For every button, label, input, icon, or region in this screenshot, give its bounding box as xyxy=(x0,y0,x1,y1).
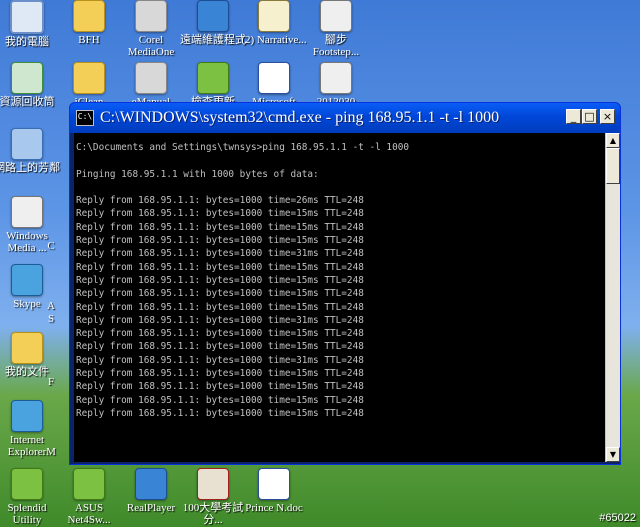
console-line: Reply from 168.95.1.1: bytes=1000 time=1… xyxy=(76,368,364,380)
console-line: Reply from 168.95.1.1: bytes=1000 time=1… xyxy=(76,301,364,313)
console-line: Reply from 168.95.1.1: bytes=1000 time=3… xyxy=(76,314,364,326)
vertical-scrollbar[interactable]: ▲ ▼ xyxy=(605,133,620,462)
partial-label: F xyxy=(47,376,55,388)
icon-label: 遠端維護程式 xyxy=(180,34,246,46)
image-badge: #65022 xyxy=(599,512,636,524)
remote-icon xyxy=(197,0,229,32)
desktop-icon-narrative[interactable]: (2) Narrative... xyxy=(241,0,307,46)
splendid-icon xyxy=(11,468,43,500)
icon-label: RealPlayer xyxy=(126,502,176,514)
word-icon xyxy=(258,62,290,94)
console-line: Reply from 168.95.1.1: bytes=1000 time=1… xyxy=(76,274,364,286)
console-output[interactable]: C:\Documents and Settings\twnsys>ping 16… xyxy=(74,133,605,462)
desktop-icon-my-documents[interactable]: 我的文件 xyxy=(0,332,60,378)
console-line: Reply from 168.95.1.1: bytes=1000 time=1… xyxy=(76,261,364,273)
console-line: C:\Documents and Settings\twnsys>ping 16… xyxy=(76,142,410,153)
console-line: Reply from 168.95.1.1: bytes=1000 time=1… xyxy=(76,341,364,353)
icon-label: ASUS Net4Sw... xyxy=(67,502,111,526)
document-icon xyxy=(197,468,229,500)
desktop-icon-network[interactable]: 網路上的芳鄰 xyxy=(0,128,60,174)
icon-label: Prince N.doc xyxy=(245,502,303,514)
partial-label: C xyxy=(47,240,55,252)
icon-label: 100大學考試分... xyxy=(182,502,244,526)
realplayer-icon xyxy=(135,468,167,500)
desktop-icon-recycle-bin[interactable]: 資源回收筒 xyxy=(0,62,60,108)
ie-icon xyxy=(11,400,43,432)
folder-icon xyxy=(73,0,105,32)
title-bar[interactable]: C:\ C:\WINDOWS\system32\cmd.exe - ping 1… xyxy=(70,103,620,133)
desktop-icon-prince[interactable]: Prince N.doc xyxy=(241,468,307,514)
icon-label: Corel MediaOne xyxy=(127,34,175,58)
console-line: Reply from 168.95.1.1: bytes=1000 time=1… xyxy=(76,288,364,300)
media-icon xyxy=(320,0,352,32)
console-line: Reply from 168.95.1.1: bytes=1000 time=3… xyxy=(76,248,364,260)
icon-label: Splendid Utility xyxy=(7,502,47,526)
partial-label: S xyxy=(47,313,55,325)
desktop-icon-remote[interactable]: 遠端維護程式 xyxy=(180,0,246,46)
desktop-icon-asus[interactable]: ASUS Net4Sw... xyxy=(56,468,122,526)
scroll-up-button[interactable]: ▲ xyxy=(606,133,620,148)
desktop-icon-bfh[interactable]: BFH xyxy=(56,0,122,46)
desktop-icon-my-computer[interactable]: 我的電腦 xyxy=(0,0,60,48)
media-icon xyxy=(320,62,352,94)
desktop-icon-realplayer[interactable]: RealPlayer xyxy=(118,468,184,514)
console-line: Reply from 168.95.1.1: bytes=1000 time=1… xyxy=(76,221,364,233)
icon-label: 網路上的芳鄰 xyxy=(0,162,60,174)
skype-icon xyxy=(11,264,43,296)
folder-icon xyxy=(73,62,105,94)
my-documents-icon xyxy=(11,332,43,364)
word-icon xyxy=(258,468,290,500)
maximize-button[interactable]: □ xyxy=(582,109,597,124)
minimize-button[interactable]: _ xyxy=(566,109,581,124)
network-icon xyxy=(11,128,43,160)
close-button[interactable]: × xyxy=(600,109,615,124)
console-line: Reply from 168.95.1.1: bytes=1000 time=1… xyxy=(76,328,364,340)
partial-label: A xyxy=(47,300,55,312)
desktop-icon-footstep[interactable]: 腳步 Footstep... xyxy=(303,0,369,58)
icon-label: 腳步 Footstep... xyxy=(312,34,360,58)
icon-label: 資源回收筒 xyxy=(0,96,55,108)
asus-icon xyxy=(73,468,105,500)
cmd-icon[interactable]: C:\ xyxy=(76,110,94,126)
console-line: Reply from 168.95.1.1: bytes=1000 time=2… xyxy=(76,195,364,207)
app-icon xyxy=(135,62,167,94)
console-line: Reply from 168.95.1.1: bytes=1000 time=1… xyxy=(76,407,364,419)
window-title: C:\WINDOWS\system32\cmd.exe - ping 168.9… xyxy=(100,109,500,126)
cmd-window[interactable]: C:\ C:\WINDOWS\system32\cmd.exe - ping 1… xyxy=(69,102,621,465)
scroll-down-button[interactable]: ▼ xyxy=(606,447,620,462)
desktop-icon-exam[interactable]: 100大學考試分... xyxy=(180,468,246,526)
app-icon xyxy=(135,0,167,32)
media-player-icon xyxy=(11,196,43,228)
console-line: Reply from 168.95.1.1: bytes=1000 time=3… xyxy=(76,354,364,366)
desktop-icon-corel[interactable]: Corel MediaOne xyxy=(118,0,184,58)
console-line: Reply from 168.95.1.1: bytes=1000 time=1… xyxy=(76,394,364,406)
icon-label: (2) Narrative... xyxy=(241,34,307,46)
console-line: Pinging 168.95.1.1 with 1000 bytes of da… xyxy=(76,168,319,180)
scroll-thumb[interactable] xyxy=(606,148,620,184)
desktop-icon-splendid[interactable]: Splendid Utility xyxy=(0,468,60,526)
icon-label: BFH xyxy=(78,34,100,46)
console-line: Reply from 168.95.1.1: bytes=1000 time=1… xyxy=(76,381,364,393)
icon-label: 我的電腦 xyxy=(5,36,49,48)
update-icon xyxy=(197,62,229,94)
computer-icon xyxy=(10,0,44,34)
partial-label: M xyxy=(46,446,56,458)
console-line: Reply from 168.95.1.1: bytes=1000 time=1… xyxy=(76,208,364,220)
document-icon xyxy=(258,0,290,32)
console-line: Reply from 168.95.1.1: bytes=1000 time=1… xyxy=(76,235,364,247)
recycle-bin-icon xyxy=(11,62,43,94)
